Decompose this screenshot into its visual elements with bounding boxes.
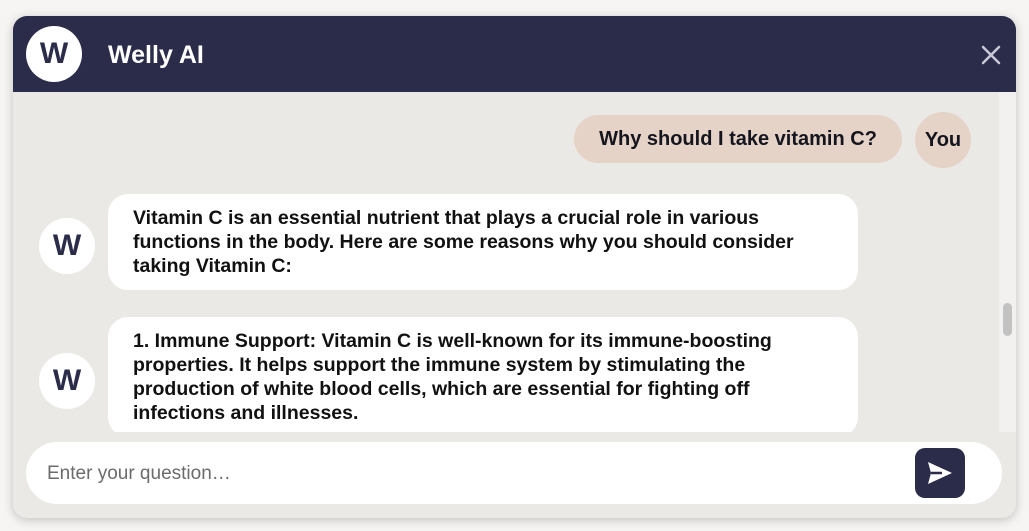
bot-avatar: W (39, 353, 95, 409)
bot-avatar: W (39, 218, 95, 274)
bot-message-bubble: Vitamin C is an essential nutrient that … (108, 194, 858, 290)
user-avatar: You (915, 112, 971, 168)
message-list[interactable]: Why should I take vitamin C? You W Vitam… (13, 92, 999, 432)
chat-header: W Welly AI (13, 16, 1016, 92)
bot-message-bubble: 1. Immune Support: Vitamin C is well-kno… (108, 317, 858, 432)
chat-title: Welly AI (108, 41, 204, 69)
user-message-bubble: Why should I take vitamin C? (574, 115, 902, 163)
chat-window: W Welly AI Why should I take vitamin C? … (13, 16, 1016, 518)
composer (26, 442, 1002, 504)
send-button[interactable] (915, 448, 965, 498)
message-scrollbar[interactable] (999, 92, 1016, 432)
scrollbar-thumb[interactable] (1003, 303, 1012, 336)
question-input[interactable] (45, 456, 909, 492)
send-icon (928, 462, 952, 484)
close-icon[interactable] (979, 43, 1003, 67)
brand-logo: W (26, 26, 82, 82)
